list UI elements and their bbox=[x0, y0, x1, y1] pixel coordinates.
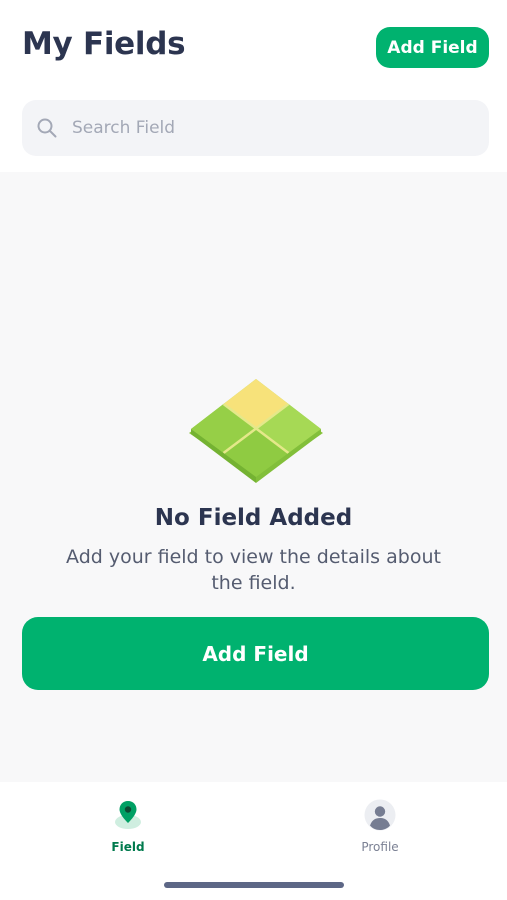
nav-label-field: Field bbox=[111, 840, 145, 854]
nav-label-profile: Profile bbox=[361, 840, 399, 854]
add-field-button[interactable]: Add Field bbox=[22, 617, 489, 690]
bottom-nav: Field Profile bbox=[0, 782, 507, 900]
nav-item-field[interactable]: Field bbox=[83, 798, 173, 858]
header: My Fields Add Field bbox=[0, 0, 507, 172]
home-indicator bbox=[164, 882, 344, 888]
page-title: My Fields bbox=[22, 26, 186, 62]
empty-state-title: No Field Added bbox=[154, 505, 353, 531]
search-bar[interactable] bbox=[22, 100, 489, 156]
search-input[interactable] bbox=[70, 117, 454, 139]
search-icon bbox=[36, 117, 58, 139]
map-pin-icon bbox=[111, 798, 145, 832]
field-plot-icon bbox=[189, 379, 323, 483]
empty-state-description: Add your field to view the details about… bbox=[66, 546, 441, 594]
empty-state-area: No Field Added Add your field to view th… bbox=[0, 172, 507, 782]
add-field-header-button[interactable]: Add Field bbox=[376, 27, 489, 68]
nav-item-profile[interactable]: Profile bbox=[335, 798, 425, 858]
user-avatar-icon bbox=[363, 798, 397, 832]
